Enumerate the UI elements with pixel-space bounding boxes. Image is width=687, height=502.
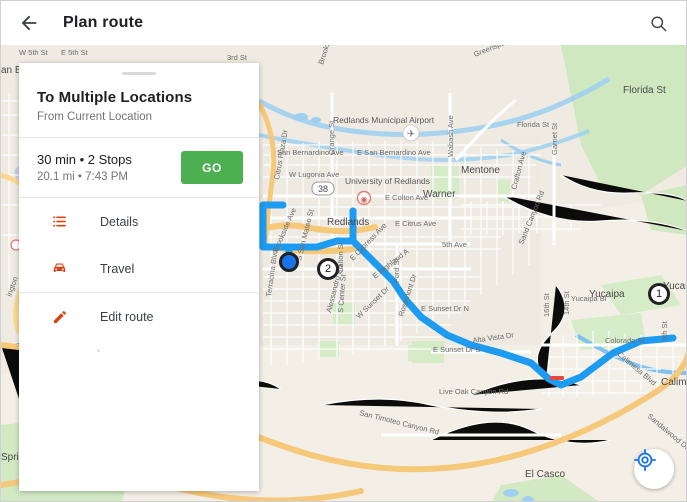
svg-text:Live Oak Canyon Rd: Live Oak Canyon Rd — [439, 387, 508, 396]
svg-text:University of Redlands: University of Redlands — [345, 176, 430, 186]
destination-title: To Multiple Locations — [37, 89, 193, 106]
svg-text:Calim: Calim — [661, 377, 687, 388]
svg-text:E 5th St: E 5th St — [61, 48, 89, 57]
svg-text:San Bernardino Ave: San Bernardino Ave — [277, 148, 344, 157]
svg-text:3rd St: 3rd St — [227, 53, 248, 62]
destination-block: To Multiple Locations From Current Locat… — [19, 75, 259, 137]
svg-text:38: 38 — [318, 184, 328, 194]
menu-item-travel[interactable]: Travel — [19, 245, 259, 292]
svg-text:16th St: 16th St — [542, 292, 551, 317]
route-shield-38: 38 — [311, 181, 335, 196]
eta-secondary: 20.1 mi • 7:43 PM — [37, 171, 128, 183]
svg-text:Mentone: Mentone — [461, 165, 500, 176]
svg-text:◉: ◉ — [361, 195, 368, 204]
map-marker-stop-1[interactable]: 1 — [648, 283, 670, 305]
svg-text:El Casco: El Casco — [525, 469, 565, 480]
route-summary-card: To Multiple Locations From Current Locat… — [19, 63, 259, 491]
svg-text:Ford St: Ford St — [392, 257, 401, 283]
eta-text-group: 30 min • 2 Stops 20.1 mi • 7:43 PM — [37, 152, 181, 183]
svg-text:5th St: 5th St — [660, 320, 669, 341]
page-title: Plan route — [63, 14, 144, 31]
eta-row: 30 min • 2 Stops 20.1 mi • 7:43 PM GO — [19, 138, 259, 197]
menu-item-label: Edit route — [100, 309, 154, 324]
svg-text:Colorado St: Colorado St — [605, 336, 646, 345]
arrow-left-icon — [21, 15, 37, 31]
pencil-icon — [51, 308, 68, 325]
svg-text:Redlands: Redlands — [327, 217, 369, 228]
svg-text:Garnet St: Garnet St — [550, 122, 559, 155]
app-bar: Plan route — [1, 1, 686, 45]
menu-item-label: Travel — [100, 261, 135, 276]
car-icon — [51, 260, 68, 277]
svg-text:E Sunset Dr S: E Sunset Dr S — [433, 345, 481, 354]
svg-text:W 5th St: W 5th St — [19, 48, 49, 57]
stop-marker-label: 2 — [317, 258, 339, 280]
svg-text:Redlands Municipal Airport: Redlands Municipal Airport — [333, 115, 435, 125]
svg-text:E Citrus Ave: E Citrus Ave — [395, 219, 436, 228]
search-icon — [650, 15, 666, 31]
svg-text:E Sunset Dr N: E Sunset Dr N — [421, 304, 469, 313]
origin-dot — [279, 252, 299, 272]
airport-icon: ✈ — [402, 124, 420, 142]
map-marker-origin[interactable] — [279, 252, 299, 272]
svg-text:✈: ✈ — [407, 129, 415, 140]
svg-text:E San Bernardino Ave: E San Bernardino Ave — [357, 148, 431, 157]
card-filler-dot — [97, 349, 100, 352]
menu-item-edit-route[interactable]: Edit route — [19, 293, 259, 340]
svg-text:14th St: 14th St — [562, 290, 571, 315]
svg-text:Wabash Ave: Wabash Ave — [446, 115, 455, 157]
svg-text:W Lugonia Ave: W Lugonia Ave — [289, 170, 339, 179]
my-location-icon — [634, 449, 656, 471]
svg-text:E Colton Ave: E Colton Ave — [385, 193, 428, 202]
plan-route-screen: W 5th St E 5th St 3rd St an B Greenspot … — [0, 0, 687, 502]
svg-text:Florida St: Florida St — [623, 85, 666, 96]
svg-text:5th Ave: 5th Ave — [442, 240, 467, 249]
eta-primary: 30 min • 2 Stops — [37, 152, 132, 167]
svg-text:Florida St: Florida St — [517, 120, 550, 129]
menu-item-label: Details — [100, 214, 139, 229]
svg-text:Yucaipa Bl: Yucaipa Bl — [571, 294, 607, 303]
back-button[interactable] — [7, 1, 51, 45]
menu-item-details[interactable]: Details — [19, 198, 259, 245]
go-button[interactable]: GO — [181, 151, 243, 184]
my-location-button[interactable] — [634, 449, 674, 489]
stop-marker-label: 1 — [648, 283, 670, 305]
map-marker-stop-2[interactable]: 2 — [317, 258, 339, 280]
list-icon — [51, 213, 68, 230]
origin-subtitle: From Current Location — [37, 111, 153, 123]
search-button[interactable] — [636, 1, 680, 45]
